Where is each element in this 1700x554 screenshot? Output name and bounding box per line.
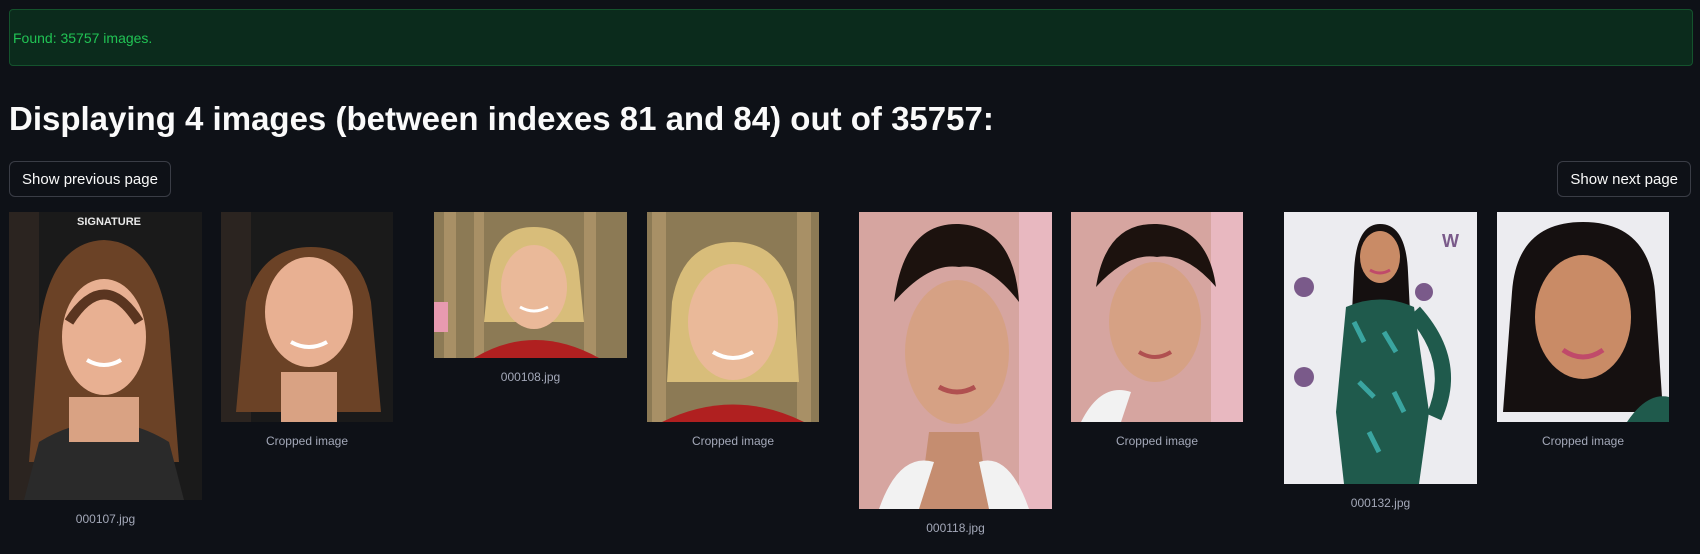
cropped-image-000132 — [1497, 212, 1669, 422]
caption-cropped-000108: Cropped image — [691, 434, 775, 448]
caption-cropped-000107: Cropped image — [265, 434, 349, 448]
page-heading: Displaying 4 images (between indexes 81 … — [9, 100, 994, 137]
signature-backdrop-text: SIGNATURE — [77, 216, 141, 228]
original-image-000118 — [859, 212, 1052, 509]
success-alert: Found: 35757 images. — [9, 9, 1693, 66]
caption-cropped-000132: Cropped image — [1541, 434, 1625, 448]
show-next-page-button[interactable]: Show next page — [1557, 161, 1691, 197]
caption-cropped-000118: Cropped image — [1115, 434, 1199, 448]
original-image-000108 — [434, 212, 627, 358]
caption-original-000107: 000107.jpg — [75, 512, 136, 526]
caption-original-000108: 000108.jpg — [500, 370, 561, 384]
original-image-000132: W — [1284, 212, 1477, 484]
caption-original-000118: 000118.jpg — [926, 521, 985, 535]
caption-original-000132: 000132.jpg — [1350, 496, 1411, 510]
original-image-000107: SIGNATURE — [9, 212, 202, 500]
cropped-image-000118 — [1071, 212, 1243, 422]
alert-text: Found: 35757 images. — [13, 29, 153, 46]
cropped-image-000107 — [221, 212, 393, 422]
svg-text:W: W — [1442, 231, 1459, 251]
show-previous-page-button[interactable]: Show previous page — [9, 161, 171, 197]
cropped-image-000108 — [647, 212, 819, 422]
